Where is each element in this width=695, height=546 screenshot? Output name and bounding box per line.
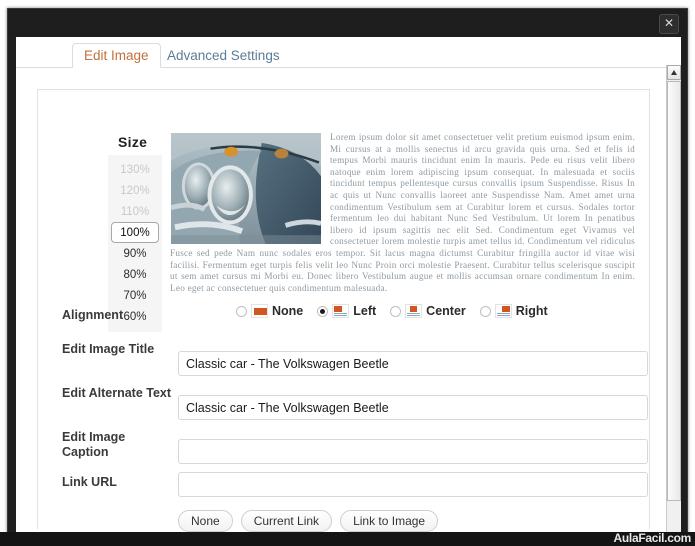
alignment-option-none[interactable]: None [236,304,303,318]
preview-row: Size 130% 120% 110% 100% 90% 80% 70% 60% [38,90,649,332]
dialog-titlebar: ✕ [8,9,687,37]
dialog-content: Edit Image Advanced Settings Size 130% 1… [16,37,681,533]
link-url-input[interactable] [178,472,648,497]
size-option-100[interactable]: 100% [111,222,159,243]
link-preset-buttons: None Current Link Link to Image [178,510,439,532]
size-option-130: 130% [120,164,150,176]
image-title-control [178,351,648,376]
alignment-options: None Left Center Right [236,304,548,318]
tab-edit-image[interactable]: Edit Image [72,43,161,68]
row-link-url: Link URL [38,472,649,508]
alignment-option-center-label: Center [426,304,466,318]
align-none-icon [251,304,268,318]
alignment-option-right-label: Right [515,304,548,318]
size-option-120: 120% [120,185,150,197]
image-title-label: Edit Image Title [62,342,155,356]
row-link-presets: None Current Link Link to Image [38,508,649,533]
row-alignment: Alignment None Left Center Right [38,302,649,340]
alternate-text-input[interactable] [178,395,648,420]
current-link-button[interactable]: Current Link [240,510,333,532]
alignment-label: Alignment [62,308,124,322]
vw-beetle-thumbnail [170,132,322,245]
alignment-option-left-label: Left [353,304,377,318]
scrollbar-thumb[interactable] [667,81,681,501]
image-form: Alignment None Left Center Right Edit Im… [38,302,649,533]
alignment-option-left[interactable]: Left [317,304,376,318]
link-url-label: Link URL [62,475,117,489]
align-center-icon [405,304,423,318]
link-url-control [178,472,648,497]
size-option-110: 110% [120,206,150,218]
size-heading: Size [118,134,148,150]
alignment-option-center[interactable]: Center [390,304,466,318]
alternate-text-control [178,395,648,420]
radio-right[interactable] [479,305,491,317]
alternate-text-label: Edit Alternate Text [62,386,172,400]
scroll-up-icon[interactable] [667,65,681,80]
row-alternate-text: Edit Alternate Text [38,384,649,428]
tab-bar: Edit Image Advanced Settings [16,37,667,68]
radio-center[interactable] [390,305,402,317]
tab-advanced-settings[interactable]: Advanced Settings [155,43,292,68]
image-title-input[interactable] [178,351,648,376]
screenshot-root: ✕ Edit Image Advanced Settings Size 130%… [0,0,695,546]
bottom-bar [0,532,695,546]
dialog-window: ✕ Edit Image Advanced Settings Size 130%… [7,8,688,538]
size-option-80[interactable]: 80% [111,264,159,285]
image-caption-control [178,439,648,464]
radio-left[interactable] [317,305,329,317]
alignment-option-none-label: None [272,304,304,318]
close-icon[interactable]: ✕ [659,14,679,34]
car-illustration [171,133,321,244]
image-caption-input[interactable] [178,439,648,464]
align-left-icon [332,304,350,318]
link-to-image-button[interactable]: Link to Image [340,510,439,532]
vertical-scrollbar[interactable] [666,65,681,533]
image-caption-label: Edit Image Caption [62,430,126,459]
image-preview-area: Lorem ipsum dolor sit amet consectetuer … [170,132,635,297]
align-right-icon [494,304,512,318]
row-image-title: Edit Image Title [38,340,649,384]
row-image-caption: Edit Image Caption [38,428,649,472]
watermark: AulaFacil.com [613,531,692,545]
link-none-button[interactable]: None [178,510,233,532]
radio-none[interactable] [236,305,247,317]
size-option-90[interactable]: 90% [111,243,159,264]
edit-image-panel: Size 130% 120% 110% 100% 90% 80% 70% 60% [37,89,650,532]
alignment-option-right[interactable]: Right [479,304,548,318]
